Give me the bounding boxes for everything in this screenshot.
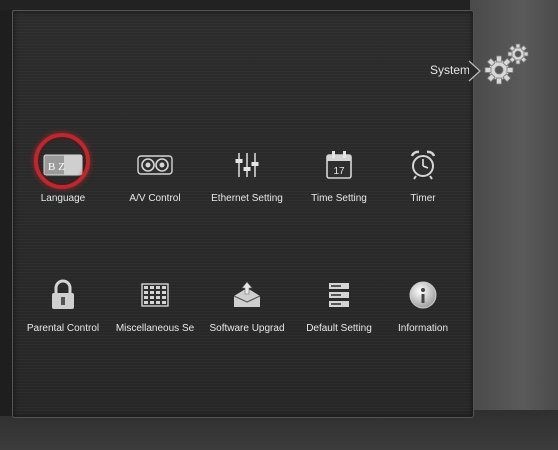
menu-item-label: Default Setting: [306, 323, 372, 334]
server-stack-icon: [294, 275, 384, 315]
svg-text:17: 17: [333, 166, 345, 177]
alarm-clock-icon: [378, 145, 468, 185]
menu-item-time-setting[interactable]: 17 Time Setting: [294, 145, 384, 204]
menu-item-default-setting[interactable]: Default Setting: [294, 275, 384, 334]
menu-item-ethernet-setting[interactable]: Ethernet Setting: [202, 145, 292, 204]
padlock-icon: [18, 275, 108, 315]
menu-item-label: Time Setting: [311, 193, 367, 204]
menu-item-label: Parental Control: [26, 323, 100, 334]
keypad-grid-icon: [110, 275, 200, 315]
gear-icon: [482, 38, 532, 88]
menu-item-label: A/V Control: [129, 193, 181, 204]
page-title: System: [429, 63, 470, 77]
selection-ring: [34, 133, 90, 189]
info-disc-icon: [378, 275, 468, 315]
menu-pointer-arrow: [468, 60, 481, 82]
menu-item-label: Language: [40, 193, 86, 204]
calendar-icon: 17: [294, 145, 384, 185]
panel-left-edge: [0, 10, 12, 416]
menu-item-label: Software Upgrad: [209, 323, 285, 334]
menu-item-av-control[interactable]: A/V Control: [110, 145, 200, 204]
menu-item-language[interactable]: B Z Language: [18, 133, 108, 204]
menu-item-software-upgrade[interactable]: Software Upgrad: [202, 275, 292, 334]
upgrade-box-icon: [202, 275, 292, 315]
menu-item-miscellaneous[interactable]: Miscellaneous Se: [110, 275, 200, 334]
av-control-icon: [110, 145, 200, 185]
menu-item-label: Timer: [410, 193, 436, 204]
menu-item-information[interactable]: Information: [378, 275, 468, 334]
menu-item-label: Information: [397, 323, 449, 334]
system-menu-panel: [12, 10, 474, 418]
menu-item-parental-control[interactable]: Parental Control: [18, 275, 108, 334]
menu-item-timer[interactable]: Timer: [378, 145, 468, 204]
ethernet-sliders-icon: [202, 145, 292, 185]
menu-item-label: Ethernet Setting: [211, 193, 283, 204]
menu-item-label: Miscellaneous Se: [115, 323, 195, 334]
